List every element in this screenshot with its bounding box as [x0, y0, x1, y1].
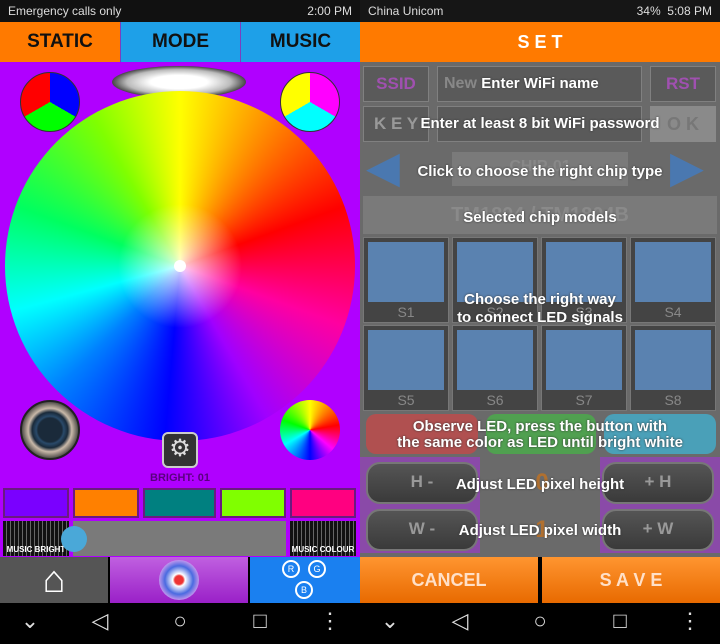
led-layout-s7[interactable]: S7	[541, 325, 627, 411]
time-text: 5:08 PM	[667, 4, 712, 18]
g-icon: G	[308, 560, 326, 578]
swatch-pink[interactable]	[290, 488, 356, 518]
color-picker-handle[interactable]	[174, 260, 186, 272]
recents-icon[interactable]: □	[600, 608, 640, 634]
slider-thumb[interactable]	[61, 526, 87, 552]
hint-password: Enter at least 8 bit WiFi password	[420, 115, 660, 132]
mode-wheel-icon[interactable]	[20, 400, 80, 460]
carrier-text: China Unicom	[368, 4, 444, 18]
chevron-down-icon[interactable]: ⌄	[10, 608, 50, 634]
led-wiring-diagram	[635, 330, 711, 390]
status-bar-right: China Unicom 34% 5:08 PM	[360, 0, 720, 22]
cmy-mode-icon[interactable]	[280, 72, 340, 132]
led-wiring-diagram	[368, 330, 444, 390]
set-header: S E T	[360, 22, 720, 62]
swatch-orange[interactable]	[73, 488, 139, 518]
color-wheel[interactable]	[5, 91, 355, 441]
recents-icon[interactable]: □	[240, 608, 280, 634]
layout-label: S5	[397, 392, 415, 408]
tab-static[interactable]: STATIC	[0, 22, 120, 62]
hint-observe-2: the same color as LED until bright white	[397, 434, 683, 451]
brightness-slider[interactable]	[61, 521, 286, 556]
hint-observe-1: Observe LED, press the button with	[412, 418, 668, 435]
music-colour-button[interactable]: MUSIC COLOUR	[290, 521, 356, 556]
hint-width: Adjust LED pixel width	[458, 522, 622, 539]
more-icon[interactable]: ⋮	[670, 608, 710, 634]
home-icon[interactable]: ○	[160, 608, 200, 634]
layout-label: S7	[575, 392, 593, 408]
back-icon[interactable]: ◁	[440, 608, 480, 634]
led-wiring-diagram	[546, 330, 622, 390]
bright-label: BRIGHT: 01	[150, 472, 210, 484]
hint-connect-2: to connect LED signals	[457, 309, 623, 326]
gear-icon[interactable]: ⚙	[162, 432, 198, 468]
hint-wifi-name: Enter WiFi name	[481, 75, 599, 92]
music-bright-button[interactable]: MUSIC BRIGHT	[3, 521, 69, 556]
led-layout-s6[interactable]: S6	[452, 325, 538, 411]
rgb-nav-button[interactable]: R G B	[250, 557, 360, 603]
hint-connect-1: Choose the right way	[464, 291, 616, 308]
b-icon: B	[295, 581, 313, 599]
led-layout-s5[interactable]: S5	[363, 325, 449, 411]
status-bar-left: Emergency calls only 2:00 PM	[0, 0, 360, 22]
swatch-green[interactable]	[220, 488, 286, 518]
back-icon[interactable]: ◁	[80, 608, 120, 634]
power-nav-button[interactable]	[110, 557, 248, 603]
chevron-down-icon[interactable]: ⌄	[370, 608, 410, 634]
hint-chip-type: Click to choose the right chip type	[417, 163, 663, 180]
rgb-mode-icon[interactable]	[20, 72, 80, 132]
power-icon	[159, 560, 199, 600]
swatch-purple[interactable]	[3, 488, 69, 518]
battery-text: 34%	[636, 4, 661, 18]
led-layout-s8[interactable]: S8	[630, 325, 716, 411]
tab-music[interactable]: MUSIC	[240, 22, 360, 62]
swatch-teal[interactable]	[143, 488, 216, 518]
time-text: 2:00 PM	[307, 4, 352, 18]
carrier-text: Emergency calls only	[8, 4, 122, 18]
save-button[interactable]: S A V E	[542, 557, 720, 603]
hint-chip-models: Selected chip models	[463, 209, 617, 226]
small-color-wheel-icon[interactable]	[280, 400, 340, 460]
led-wiring-diagram	[457, 330, 533, 390]
wifi-home-icon[interactable]: ⌂	[0, 557, 108, 603]
cancel-button[interactable]: CANCEL	[360, 557, 538, 603]
tab-mode[interactable]: MODE	[120, 22, 240, 62]
layout-label: S6	[486, 392, 504, 408]
more-icon[interactable]: ⋮	[310, 608, 350, 634]
hint-height: Adjust LED pixel height	[455, 476, 625, 493]
r-icon: R	[282, 560, 300, 578]
home-icon[interactable]: ○	[520, 608, 560, 634]
layout-label: S8	[664, 392, 682, 408]
